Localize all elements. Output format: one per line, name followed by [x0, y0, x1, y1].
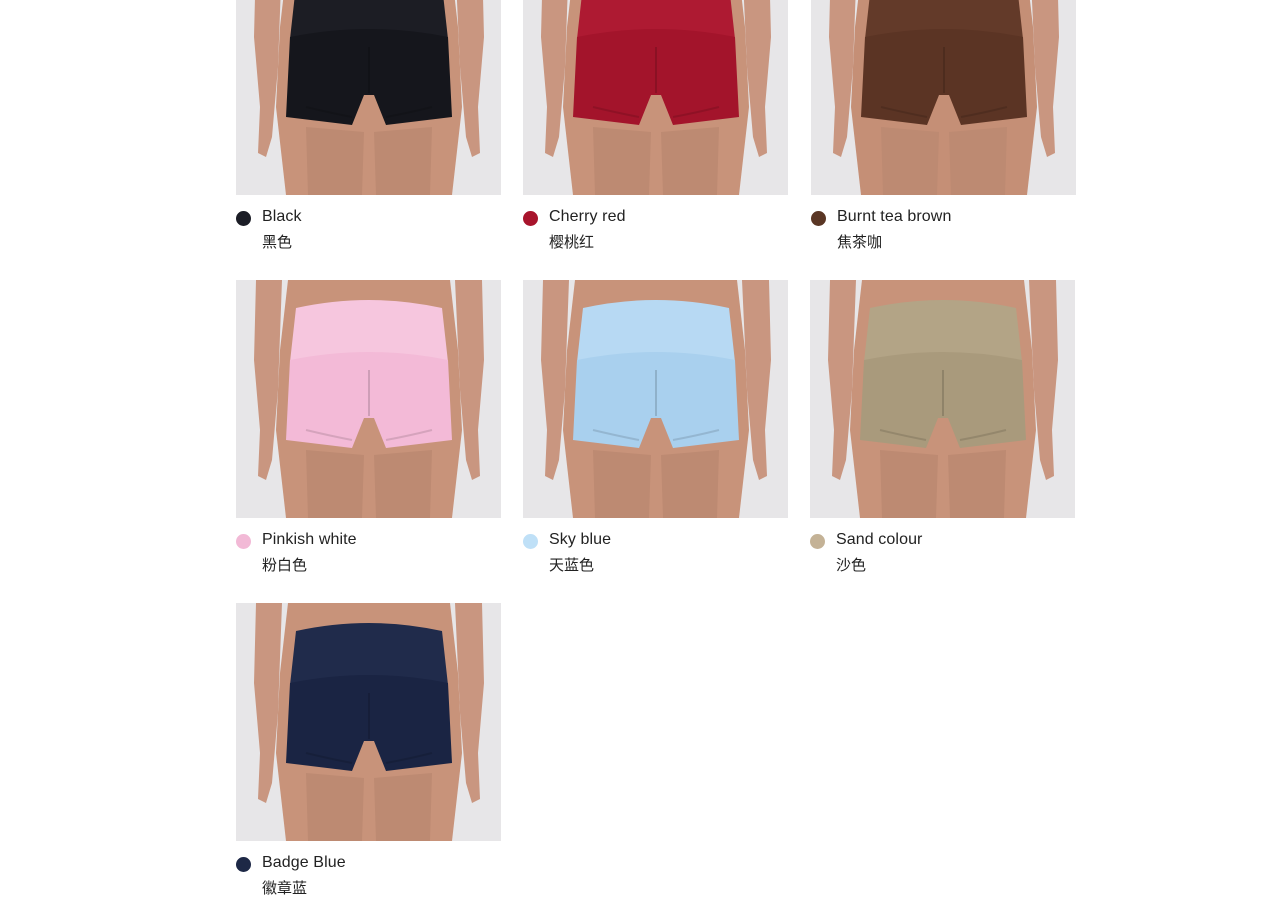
- product-photo: [236, 280, 501, 518]
- color-name-cn: 焦茶咖: [837, 233, 883, 251]
- color-swatch: [523, 534, 538, 549]
- color-caption: Black 黑色: [236, 195, 501, 253]
- sand-colour-shorts-photo: [810, 280, 1075, 518]
- color-option-sand-colour[interactable]: Sand colour 沙色: [810, 280, 1075, 576]
- color-option-sky-blue[interactable]: Sky blue 天蓝色: [523, 280, 788, 576]
- color-caption: Sand colour 沙色: [810, 518, 1075, 576]
- color-option-badge-blue[interactable]: Badge Blue 徽章蓝: [236, 603, 501, 899]
- color-caption: Sky blue 天蓝色: [523, 518, 788, 576]
- product-photo: [236, 0, 501, 195]
- product-photo: [810, 280, 1075, 518]
- color-name-cn: 黑色: [262, 233, 293, 251]
- color-swatch: [236, 534, 251, 549]
- color-option-cherry-red[interactable]: Cherry red 樱桃红: [523, 0, 788, 253]
- color-name-en: Sand colour: [836, 531, 923, 548]
- color-swatch: [236, 211, 251, 226]
- color-swatch: [236, 857, 251, 872]
- color-name-en: Cherry red: [549, 208, 626, 225]
- color-name-cn: 天蓝色: [549, 556, 595, 574]
- color-caption: Pinkish white 粉白色: [236, 518, 501, 576]
- color-swatch: [811, 211, 826, 226]
- color-name-cn: 樱桃红: [549, 233, 595, 251]
- color-option-burnt-tea-brown[interactable]: Burnt tea brown 焦茶咖: [811, 0, 1076, 253]
- color-caption: Burnt tea brown 焦茶咖: [811, 195, 1076, 253]
- color-name-cn: 沙色: [836, 556, 867, 574]
- color-option-black[interactable]: Black 黑色: [236, 0, 501, 253]
- pinkish-white-shorts-photo: [236, 280, 501, 518]
- cherry-red-shorts-photo: [523, 0, 788, 195]
- product-photo: [523, 0, 788, 195]
- color-option-pinkish-white[interactable]: Pinkish white 粉白色: [236, 280, 501, 576]
- badge-blue-shorts-photo: [236, 603, 501, 841]
- product-photo: [236, 603, 501, 841]
- color-options-page: Black 黑色 Cherry red 樱桃红 Burnt tea brown …: [0, 0, 1264, 900]
- color-swatch: [523, 211, 538, 226]
- color-caption: Cherry red 樱桃红: [523, 195, 788, 253]
- product-photo: [523, 280, 788, 518]
- black-shorts-photo: [236, 0, 501, 195]
- color-swatch: [810, 534, 825, 549]
- color-name-cn: 徽章蓝: [262, 879, 308, 897]
- color-name-en: Burnt tea brown: [837, 208, 952, 225]
- color-name-en: Pinkish white: [262, 531, 357, 548]
- color-caption: Badge Blue 徽章蓝: [236, 841, 501, 899]
- color-name-en: Black: [262, 208, 302, 225]
- burnt-tea-brown-shorts-photo: [811, 0, 1076, 195]
- sky-blue-shorts-photo: [523, 280, 788, 518]
- color-name-en: Sky blue: [549, 531, 612, 548]
- color-name-cn: 粉白色: [262, 556, 308, 574]
- product-photo: [811, 0, 1076, 195]
- color-name-en: Badge Blue: [262, 854, 346, 871]
